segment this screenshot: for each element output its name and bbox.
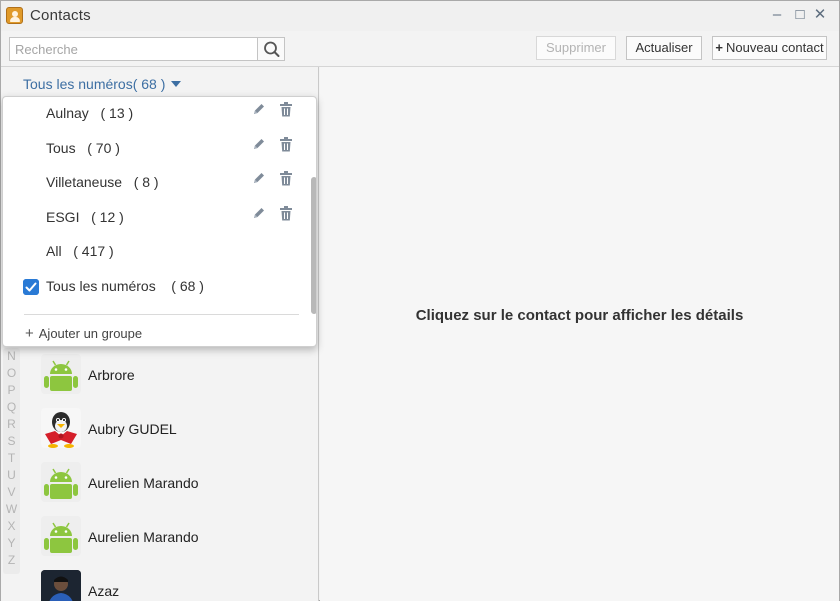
contact-name: Arbrore (88, 367, 135, 383)
contact-name: Aubry GUDEL (88, 421, 177, 437)
details-placeholder: Cliquez sur le contact pour afficher les… (415, 307, 744, 324)
alphabet-letter[interactable]: U (3, 467, 20, 484)
search-icon (264, 41, 280, 57)
contact-item[interactable]: Aurelien Marando (31, 511, 317, 565)
contact-list: Arbrore Aubry GUDEL Aurelien Marando Aur… (31, 349, 317, 601)
trash-icon[interactable] (279, 137, 293, 152)
alphabet-letter[interactable]: X (3, 518, 20, 535)
group-item[interactable]: Villetaneuse ( 8 ) (3, 166, 303, 200)
search-box (9, 37, 285, 61)
toolbar: Supprimer Actualiser +Nouveau contact (1, 31, 839, 67)
add-group-button[interactable]: + Ajouter un groupe (25, 325, 142, 342)
alphabet-letter[interactable]: Q (3, 399, 20, 416)
alphabet-letter[interactable]: P (3, 382, 20, 399)
refresh-button[interactable]: Actualiser (626, 36, 702, 60)
checkbox-checked-icon[interactable] (23, 279, 39, 295)
avatar (41, 570, 81, 601)
contacts-book-icon (6, 7, 23, 24)
group-item-label: Villetaneuse ( 8 ) (46, 174, 159, 190)
contact-item[interactable]: Arbrore (31, 349, 317, 403)
android-icon (41, 354, 81, 394)
delete-button[interactable]: Supprimer (536, 36, 616, 60)
trash-icon[interactable] (279, 171, 293, 186)
close-button[interactable]: ✕ (812, 7, 828, 23)
tux-icon (41, 408, 81, 448)
contact-item[interactable]: Aubry GUDEL (31, 403, 317, 457)
trash-icon[interactable] (279, 206, 293, 221)
alphabet-letter[interactable]: S (3, 433, 20, 450)
group-item-label: Tous les numéros ( 68 ) (46, 278, 204, 294)
pencil-icon[interactable] (252, 206, 266, 220)
group-dropdown: Aulnay ( 13 ) Tous ( 70 ) Villetaneuse (… (2, 96, 317, 347)
alphabet-index: N O P Q R S T U V W X Y Z (3, 348, 20, 574)
contact-name: Aurelien Marando (88, 475, 199, 491)
maximize-button[interactable]: □ (792, 7, 808, 23)
chevron-down-icon (171, 81, 182, 87)
search-button[interactable] (257, 38, 284, 60)
pencil-icon[interactable] (252, 171, 266, 185)
group-selector-label: Tous les numéros( 68 ) (23, 76, 166, 92)
contact-details-panel: Cliquez sur le contact pour afficher les… (320, 67, 839, 601)
alphabet-letter[interactable]: N (3, 348, 20, 365)
alphabet-letter[interactable]: R (3, 416, 20, 433)
group-item-label: Tous ( 70 ) (46, 140, 120, 156)
add-group-label: Ajouter un groupe (38, 326, 143, 341)
alphabet-letter[interactable]: W (3, 501, 20, 518)
alphabet-letter[interactable]: O (3, 365, 20, 382)
group-item[interactable]: All ( 417 ) (3, 235, 303, 269)
group-item-label: ESGI ( 12 ) (46, 209, 124, 225)
window-title: Contacts (30, 7, 91, 24)
group-item[interactable]: Aulnay ( 13 ) (3, 97, 303, 131)
group-selector[interactable]: Tous les numéros( 68 ) (23, 76, 182, 92)
group-item-selected[interactable]: Tous les numéros ( 68 ) (3, 270, 303, 304)
alphabet-letter[interactable]: Z (3, 552, 20, 569)
contact-item[interactable]: Azaz (31, 565, 317, 601)
pencil-icon[interactable] (252, 102, 266, 116)
group-item-label: All ( 417 ) (46, 243, 114, 259)
search-input[interactable] (10, 38, 257, 60)
plus-icon: + (25, 325, 34, 342)
alphabet-letter[interactable]: T (3, 450, 20, 467)
alphabet-letter[interactable]: Y (3, 535, 20, 552)
android-icon (41, 516, 81, 556)
new-contact-button[interactable]: + Nouveau contact (712, 36, 827, 60)
contact-name: Aurelien Marando (88, 529, 199, 545)
contact-name: Azaz (88, 583, 120, 599)
group-item[interactable]: Tous ( 70 ) (3, 132, 303, 166)
title-bar: Contacts – □ ✕ (1, 1, 839, 31)
contact-item[interactable]: Aurelien Marando (31, 457, 317, 511)
plus-icon: + (715, 40, 723, 55)
android-icon (41, 462, 81, 502)
trash-icon[interactable] (279, 102, 293, 117)
alphabet-letter[interactable]: V (3, 484, 20, 501)
new-contact-label: Nouveau contact (726, 40, 824, 55)
contacts-window: Contacts – □ ✕ Supprimer Actualiser +Nou… (0, 0, 840, 601)
divider (24, 314, 299, 315)
group-item[interactable]: ESGI ( 12 ) (3, 201, 303, 235)
group-item-label: Aulnay ( 13 ) (46, 105, 134, 121)
dropdown-scrollbar[interactable] (311, 177, 316, 314)
minimize-button[interactable]: – (769, 7, 785, 23)
pencil-icon[interactable] (252, 137, 266, 151)
